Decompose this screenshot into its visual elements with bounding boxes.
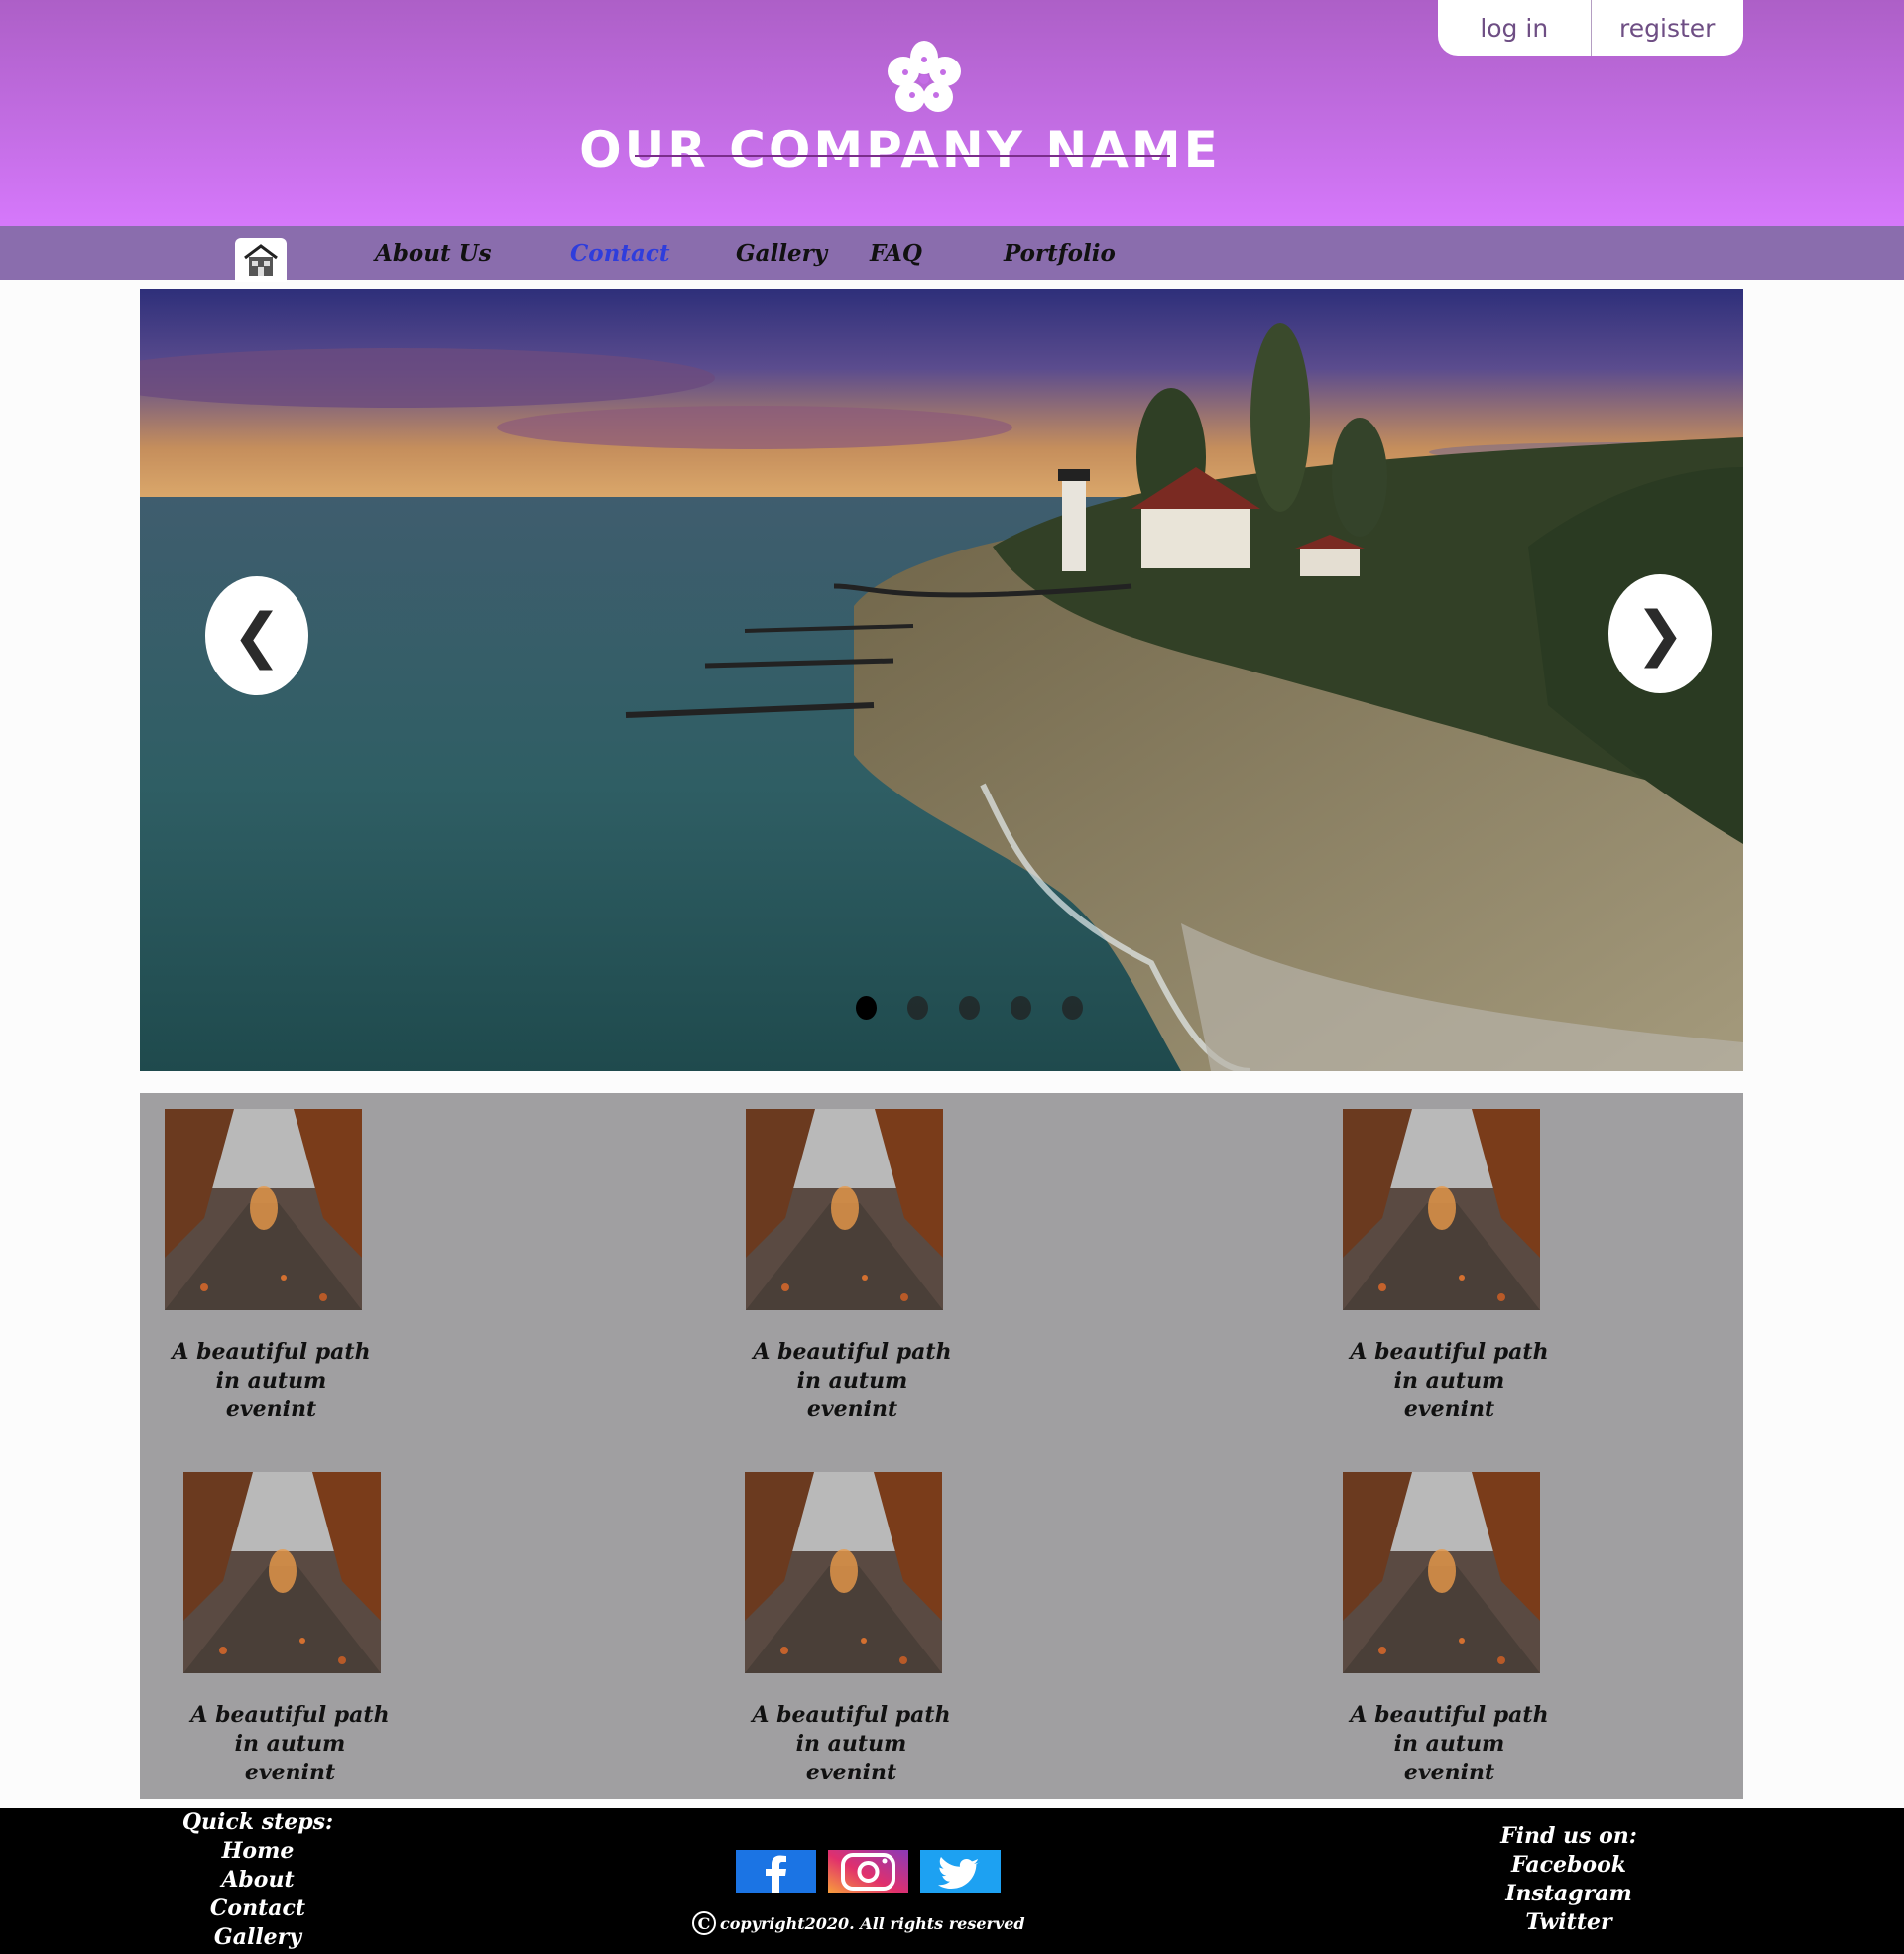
slider-dot[interactable] [1011, 996, 1031, 1020]
find-us-title: Find us on: [1500, 1823, 1637, 1849]
gallery-card[interactable]: A beautiful path in autum evenint [1343, 1472, 1571, 1787]
card-image [183, 1472, 381, 1673]
slider-dot[interactable] [959, 996, 980, 1020]
card-caption: A beautiful path in autum evenint [753, 1339, 952, 1422]
slider-prev-button[interactable]: ❮ [205, 576, 308, 695]
card-caption: A beautiful path in autum evenint [172, 1339, 371, 1422]
copyright-text: copyright2020. All rights reserved [720, 1913, 1025, 1933]
copyright: C copyright2020. All rights reserved [692, 1911, 1025, 1935]
main-nav: About Us Contact Gallery FAQ Portfolio [0, 226, 1904, 282]
card-caption: A beautiful path in autum evenint [1350, 1339, 1549, 1422]
gallery-card[interactable]: A beautiful path in autum evenint [745, 1472, 973, 1787]
slider-next-button[interactable]: ❯ [1608, 574, 1712, 693]
card-image [746, 1109, 943, 1310]
home-button[interactable] [235, 238, 287, 282]
company-name: OUR COMPANY NAME [0, 121, 1800, 179]
image-slider: ❮ ❯ [140, 289, 1743, 1071]
slide-image [140, 289, 1743, 1071]
auth-box: log in register [1438, 0, 1743, 56]
nav-gallery[interactable]: Gallery [736, 240, 827, 267]
gallery-card[interactable]: A beautiful path in autum evenint [165, 1109, 393, 1424]
site-header: log in register OUR COMPANY NAME [0, 0, 1904, 226]
slider-dot[interactable] [907, 996, 928, 1020]
gallery-card[interactable]: A beautiful path in autum evenint [1343, 1109, 1571, 1424]
gallery-card[interactable]: A beautiful path in autum evenint [746, 1109, 974, 1424]
flower-icon [888, 41, 961, 112]
footer-link-facebook[interactable]: Facebook [1470, 1851, 1668, 1880]
find-us: Find us on: Facebook Instagram Twitter [1470, 1822, 1668, 1937]
nav-contact[interactable]: Contact [570, 240, 670, 267]
card-image [745, 1472, 942, 1673]
social-icons [736, 1850, 1001, 1893]
footer-link-gallery[interactable]: Gallery [159, 1923, 357, 1952]
card-image [165, 1109, 362, 1310]
card-caption: A beautiful path in autum evenint [1350, 1702, 1549, 1785]
chevron-right-icon: ❯ [1634, 599, 1686, 669]
login-link[interactable]: log in [1438, 0, 1591, 56]
slider-dot[interactable] [1062, 996, 1083, 1020]
gallery-card[interactable]: A beautiful path in autum evenint [183, 1472, 412, 1787]
slider-dot[interactable] [856, 996, 877, 1020]
footer-link-about[interactable]: About [159, 1866, 357, 1894]
nav-faq[interactable]: FAQ [870, 240, 922, 267]
nav-about-us[interactable]: About Us [375, 240, 492, 267]
instagram-icon[interactable] [828, 1850, 908, 1893]
slider-dots [856, 996, 1083, 1020]
card-image [1343, 1472, 1540, 1673]
register-link[interactable]: register [1592, 0, 1744, 56]
quick-steps-title: Quick steps: [181, 1809, 334, 1835]
chevron-left-icon: ❮ [231, 601, 283, 671]
footer-link-home[interactable]: Home [159, 1837, 357, 1866]
copyright-icon: C [692, 1911, 716, 1935]
card-caption: A beautiful path in autum evenint [190, 1702, 390, 1785]
card-caption: A beautiful path in autum evenint [752, 1702, 951, 1785]
twitter-icon[interactable] [920, 1850, 1001, 1893]
card-image [1343, 1109, 1540, 1310]
house-icon [244, 244, 278, 276]
footer-link-twitter[interactable]: Twitter [1470, 1908, 1668, 1937]
facebook-icon[interactable] [736, 1850, 816, 1893]
nav-portfolio[interactable]: Portfolio [1004, 240, 1116, 267]
footer-link-instagram[interactable]: Instagram [1470, 1880, 1668, 1908]
quick-steps: Quick steps: Home About Contact Gallery [159, 1808, 357, 1952]
gallery-grid: A beautiful path in autum evenint A beau… [140, 1093, 1743, 1799]
footer-link-contact[interactable]: Contact [159, 1894, 357, 1923]
site-footer: Quick steps: Home About Contact Gallery [0, 1808, 1904, 1954]
